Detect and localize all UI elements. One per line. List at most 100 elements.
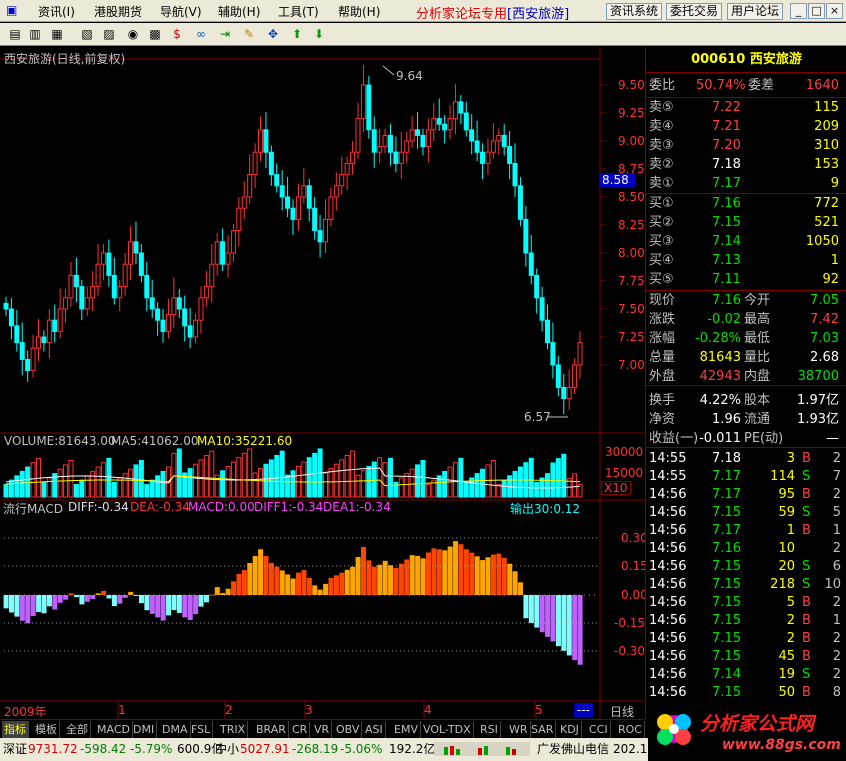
report-icon[interactable]: ▤: [6, 26, 24, 43]
trade-button[interactable]: 委托交易: [666, 3, 723, 20]
move-icon[interactable]: ✥: [264, 26, 282, 43]
tab-dmi[interactable]: DMI: [131, 721, 158, 738]
rsi-icon[interactable]: ▨: [100, 26, 118, 43]
tab-cci[interactable]: CCI: [587, 721, 611, 738]
forum-button[interactable]: 用户论坛: [727, 3, 784, 20]
macd-bar: [501, 557, 507, 595]
macd-bar: [485, 557, 491, 595]
bid-row[interactable]: 买② 7.15 521: [646, 214, 846, 232]
tick-time: 14:56: [649, 613, 687, 628]
macd-bar: [577, 595, 583, 665]
axis-dashes[interactable]: ---: [574, 703, 593, 717]
candle-body: [561, 386, 567, 400]
tab-模板[interactable]: 模板: [33, 721, 60, 738]
tab-全部[interactable]: 全部: [64, 721, 91, 738]
candle-body: [95, 263, 101, 288]
tick-time: 14:56: [649, 487, 687, 502]
pencil-icon[interactable]: ✎: [240, 26, 258, 43]
tab-trix[interactable]: TRIX: [218, 721, 249, 738]
etf-icon[interactable]: ▦: [48, 26, 66, 43]
tab-macd[interactable]: MACD: [95, 721, 133, 738]
link-icon[interactable]: ∞: [192, 26, 210, 43]
candle-body: [263, 129, 269, 153]
minimize-button[interactable]: _: [790, 3, 807, 19]
export-icon[interactable]: ⇥: [216, 26, 234, 43]
volume-bar: [377, 457, 383, 498]
candle-body: [447, 118, 453, 131]
macd-bar: [122, 595, 128, 598]
tick-time: 14:56: [649, 667, 687, 682]
macd-tick: -0.30: [614, 644, 646, 658]
ask-row[interactable]: 卖⑤ 7.22 115: [646, 99, 846, 117]
volume-bar: [106, 457, 112, 498]
tab-vol-tdx[interactable]: VOL-TDX: [421, 721, 474, 738]
ask-price: 7.21: [712, 119, 741, 134]
info-system-button[interactable]: 资讯系统: [606, 3, 663, 20]
period-label[interactable]: 日线: [610, 703, 634, 720]
tab-brar[interactable]: BRAR: [254, 721, 289, 738]
dollar-icon[interactable]: $: [168, 26, 186, 43]
tab-vr[interactable]: VR: [312, 721, 333, 738]
ask-row[interactable]: 卖④ 7.21 209: [646, 118, 846, 136]
maximize-button[interactable]: □: [808, 3, 825, 19]
tab-rsi[interactable]: RSI: [478, 721, 501, 738]
tab-dma[interactable]: DMA: [160, 721, 191, 738]
chart-title: 西安旅游(日线,前复权): [4, 52, 126, 66]
tab-wr[interactable]: WR: [507, 721, 531, 738]
bid-row[interactable]: 买④ 7.13 1: [646, 252, 846, 270]
chart-icon[interactable]: ▧: [78, 26, 96, 43]
tab-cr[interactable]: CR: [290, 721, 311, 738]
ask-volume: 115: [814, 100, 839, 115]
close-button[interactable]: ×: [826, 3, 843, 19]
volume-bar: [203, 455, 209, 498]
bid-row[interactable]: 买③ 7.14 1050: [646, 233, 846, 251]
tab-kdj[interactable]: KDJ: [558, 721, 582, 738]
macd-bar: [274, 566, 280, 595]
stat-value: 42943: [699, 369, 741, 384]
menu-tools[interactable]: 工具(T): [278, 3, 319, 20]
candle-body: [312, 207, 318, 232]
volume-bar: [149, 479, 155, 498]
arrow-down-icon[interactable]: ⬇: [310, 26, 328, 43]
menu-hk-futures[interactable]: 港股期货: [94, 3, 142, 20]
tab-fsl[interactable]: FSL: [189, 721, 214, 738]
macd-bar: [550, 595, 556, 642]
stock-header: 000610 西安旅游: [646, 51, 846, 69]
bid-row[interactable]: 买① 7.16 772: [646, 195, 846, 213]
ask-row[interactable]: 卖③ 7.20 310: [646, 137, 846, 155]
market-bars: [434, 742, 530, 756]
tab-sar[interactable]: SAR: [529, 721, 557, 738]
zx-percent: -5.06%: [340, 742, 383, 756]
tick-price: 7.15: [712, 631, 741, 646]
chart-area[interactable]: 西安旅游(日线,前复权) 9.64 6.57 9.50 9.25 9.00 8.75 8…: [0, 47, 648, 720]
macd-dea: DEA:-0.34: [130, 500, 190, 514]
tab-指标[interactable]: 指标: [2, 721, 29, 738]
macd-bar: [496, 553, 502, 595]
arrow-up-icon[interactable]: ⬆: [288, 26, 306, 43]
menu-assist[interactable]: 辅助(H): [218, 3, 260, 20]
tick-side: B: [802, 451, 811, 466]
ask-volume: 209: [814, 119, 839, 134]
tab-asi[interactable]: ASI: [363, 721, 386, 738]
macd-bar: [3, 595, 9, 609]
menu-help[interactable]: 帮助(H): [338, 3, 380, 20]
bid-row[interactable]: 买⑤ 7.11 92: [646, 271, 846, 289]
sz-label: 深证: [3, 742, 28, 756]
tab-roc[interactable]: ROC: [616, 721, 645, 738]
chart-svg[interactable]: [0, 47, 645, 719]
ask-row[interactable]: 卖① 7.17 9: [646, 175, 846, 193]
tick-count: 2: [832, 541, 841, 556]
macd-output: 输出30:0.12: [510, 502, 581, 516]
sz-index: 9731.72: [28, 742, 78, 756]
menu-info[interactable]: 资讯(I): [38, 3, 75, 20]
price-tick: 7.50: [618, 302, 645, 316]
ask-row[interactable]: 卖② 7.18 153: [646, 156, 846, 174]
app-icon[interactable]: ▣: [6, 3, 17, 17]
tab-emv[interactable]: EMV: [392, 721, 421, 738]
menu-navigate[interactable]: 导航(V): [160, 3, 202, 20]
kline-icon[interactable]: ▥: [26, 26, 44, 43]
candle-body: [366, 84, 372, 131]
table-icon[interactable]: ▩: [146, 26, 164, 43]
tab-obv[interactable]: OBV: [334, 721, 363, 738]
pie-icon[interactable]: ◉: [124, 26, 142, 43]
